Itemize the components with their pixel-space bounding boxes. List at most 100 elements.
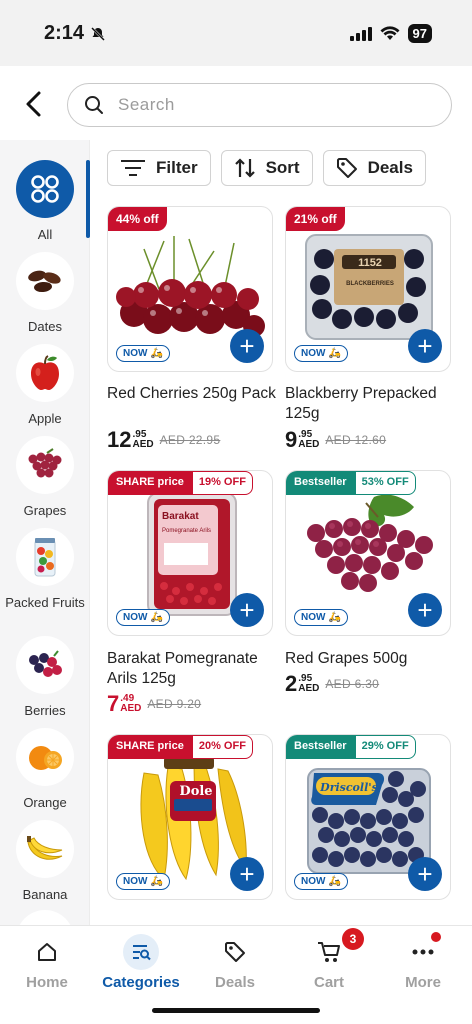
category-orange[interactable]: Orange [0, 728, 89, 811]
now-delivery-badge: NOW 🛵 [294, 609, 348, 626]
category-banana[interactable]: Banana [0, 820, 89, 903]
back-arrow-icon[interactable] [22, 90, 46, 118]
search-icon [85, 96, 103, 114]
pomegranate-sublabel: Pomegranate Arils [162, 528, 212, 534]
home-icon [38, 943, 56, 961]
filter-button[interactable]: Filter [107, 150, 211, 186]
add-to-cart-button[interactable]: + [230, 857, 264, 891]
home-indicator [152, 1008, 320, 1013]
add-to-cart-button[interactable]: + [408, 329, 442, 363]
sort-button[interactable]: Sort [220, 150, 313, 186]
notification-dot [431, 932, 441, 942]
tab-more[interactable]: More [376, 926, 470, 991]
apple-image [16, 344, 74, 402]
category-next-partial[interactable] [0, 910, 89, 925]
status-time: 2:14 [44, 22, 106, 45]
now-delivery-badge: NOW 🛵 [294, 873, 348, 890]
product-card[interactable]: 1152 BLACKBERRIES 21% off NOW 🛵 + [285, 206, 451, 372]
more-icon [412, 949, 434, 955]
pomegranate-pack-image [147, 492, 237, 616]
old-price: AED 9.20 [147, 697, 202, 711]
old-price: AED 6.30 [325, 677, 380, 691]
deals-button[interactable]: Deals [322, 150, 426, 186]
add-to-cart-button[interactable]: + [230, 593, 264, 627]
category-grapes[interactable]: Grapes [0, 436, 89, 519]
tab-categories[interactable]: Categories [94, 926, 188, 991]
product-price: 7 .49 AED AED 9.20 [107, 691, 202, 716]
signal-icon [349, 26, 372, 41]
now-delivery-badge: NOW 🛵 [116, 873, 170, 890]
add-to-cart-button[interactable]: + [408, 857, 442, 891]
add-to-cart-button[interactable]: + [230, 329, 264, 363]
tab-home[interactable]: Home [0, 926, 94, 991]
scooter-icon: 🛵 [150, 876, 163, 887]
red-grapes-image [307, 494, 433, 592]
product-price: 12 .95 AED AED 22.95 [107, 427, 221, 452]
packed-fruits-image [16, 528, 74, 586]
product-card[interactable]: Barakat Pomegranate Arils SHARE price 19%… [107, 470, 273, 636]
product-card[interactable]: Bestseller 53% OFF NOW 🛵 + [285, 470, 451, 636]
toolbar: Filter Sort Deals [107, 150, 426, 186]
now-delivery-badge: NOW 🛵 [294, 345, 348, 362]
tab-deals[interactable]: Deals [188, 926, 282, 991]
now-delivery-badge: NOW 🛵 [116, 609, 170, 626]
blackberry-pack-sublabel: BLACKBERRIES [346, 281, 394, 287]
bestseller-badge: Bestseller 29% OFF [286, 735, 416, 759]
product-price: 9 .95 AED AED 12.60 [285, 427, 387, 452]
scooter-icon: 🛵 [150, 612, 163, 623]
pomegranate-brand-label: Barakat [162, 511, 199, 522]
scooter-icon: 🛵 [328, 876, 341, 887]
category-apple[interactable]: Apple [0, 344, 89, 427]
battery-indicator: 97 [407, 24, 432, 43]
old-price: AED 12.60 [325, 433, 387, 447]
product-price: 2 .95 AED AED 6.30 [285, 671, 380, 696]
scooter-icon: 🛵 [150, 348, 163, 359]
grapes-image [16, 436, 74, 494]
bestseller-badge: Bestseller 53% OFF [286, 471, 416, 495]
product-name: Red Cherries 250g Pack [107, 385, 276, 402]
cart-count-badge: 3 [342, 928, 364, 950]
scooter-icon: 🛵 [328, 612, 341, 623]
dates-image [16, 252, 74, 310]
cherries-image [116, 236, 265, 337]
tag-icon [225, 942, 245, 962]
orange-image [16, 728, 74, 786]
wifi-icon [380, 26, 400, 40]
search-placeholder: Search [118, 95, 175, 114]
add-to-cart-button[interactable]: + [408, 593, 442, 627]
blackberry-pack-label: 1152 [358, 257, 382, 269]
tab-cart[interactable]: 3 Cart [282, 926, 376, 991]
tag-icon [336, 158, 357, 178]
now-delivery-badge: NOW 🛵 [116, 345, 170, 362]
product-card[interactable]: Driscoll's Bestseller 29% OFF NOW 🛵 + [285, 734, 451, 900]
old-price: AED 22.95 [159, 433, 221, 447]
category-sidebar: All Dates Apple Grapes Packed Fruits Ber… [0, 140, 90, 925]
sort-icon [234, 158, 255, 178]
category-selected-indicator [86, 160, 90, 238]
filter-icon [121, 160, 145, 176]
product-card[interactable]: 44% off NOW 🛵 + [107, 206, 273, 372]
driscolls-logo: Driscoll's [320, 781, 378, 794]
scooter-icon: 🛵 [328, 348, 341, 359]
categories-icon [123, 934, 159, 970]
product-card[interactable]: Dole SHARE price 20% OFF NOW 🛵 + [107, 734, 273, 900]
category-berries[interactable]: Berries [0, 636, 89, 719]
category-dates[interactable]: Dates [0, 252, 89, 335]
share-price-badge: SHARE price 20% OFF [108, 735, 253, 759]
banana-image [16, 820, 74, 878]
category-all[interactable]: All [0, 160, 89, 243]
category-packed-fruits[interactable]: Packed Fruits [0, 528, 89, 611]
product-name: Red Grapes 500g [285, 650, 408, 667]
cart-icon [318, 942, 340, 962]
search-input[interactable]: Search [67, 83, 452, 127]
product-name: Blackberry Prepacked 125g [285, 385, 437, 422]
discount-badge: 44% off [108, 207, 167, 231]
all-grid-icon [16, 160, 74, 218]
share-price-badge: SHARE price 19% OFF [108, 471, 253, 495]
dole-logo: Dole [179, 784, 213, 799]
header: Search [0, 66, 472, 140]
status-bar: 2:14 97 [0, 0, 472, 66]
discount-badge: 21% off [286, 207, 345, 231]
berries-image [16, 636, 74, 694]
product-name: Barakat Pomegranate Arils 125g [107, 650, 258, 687]
